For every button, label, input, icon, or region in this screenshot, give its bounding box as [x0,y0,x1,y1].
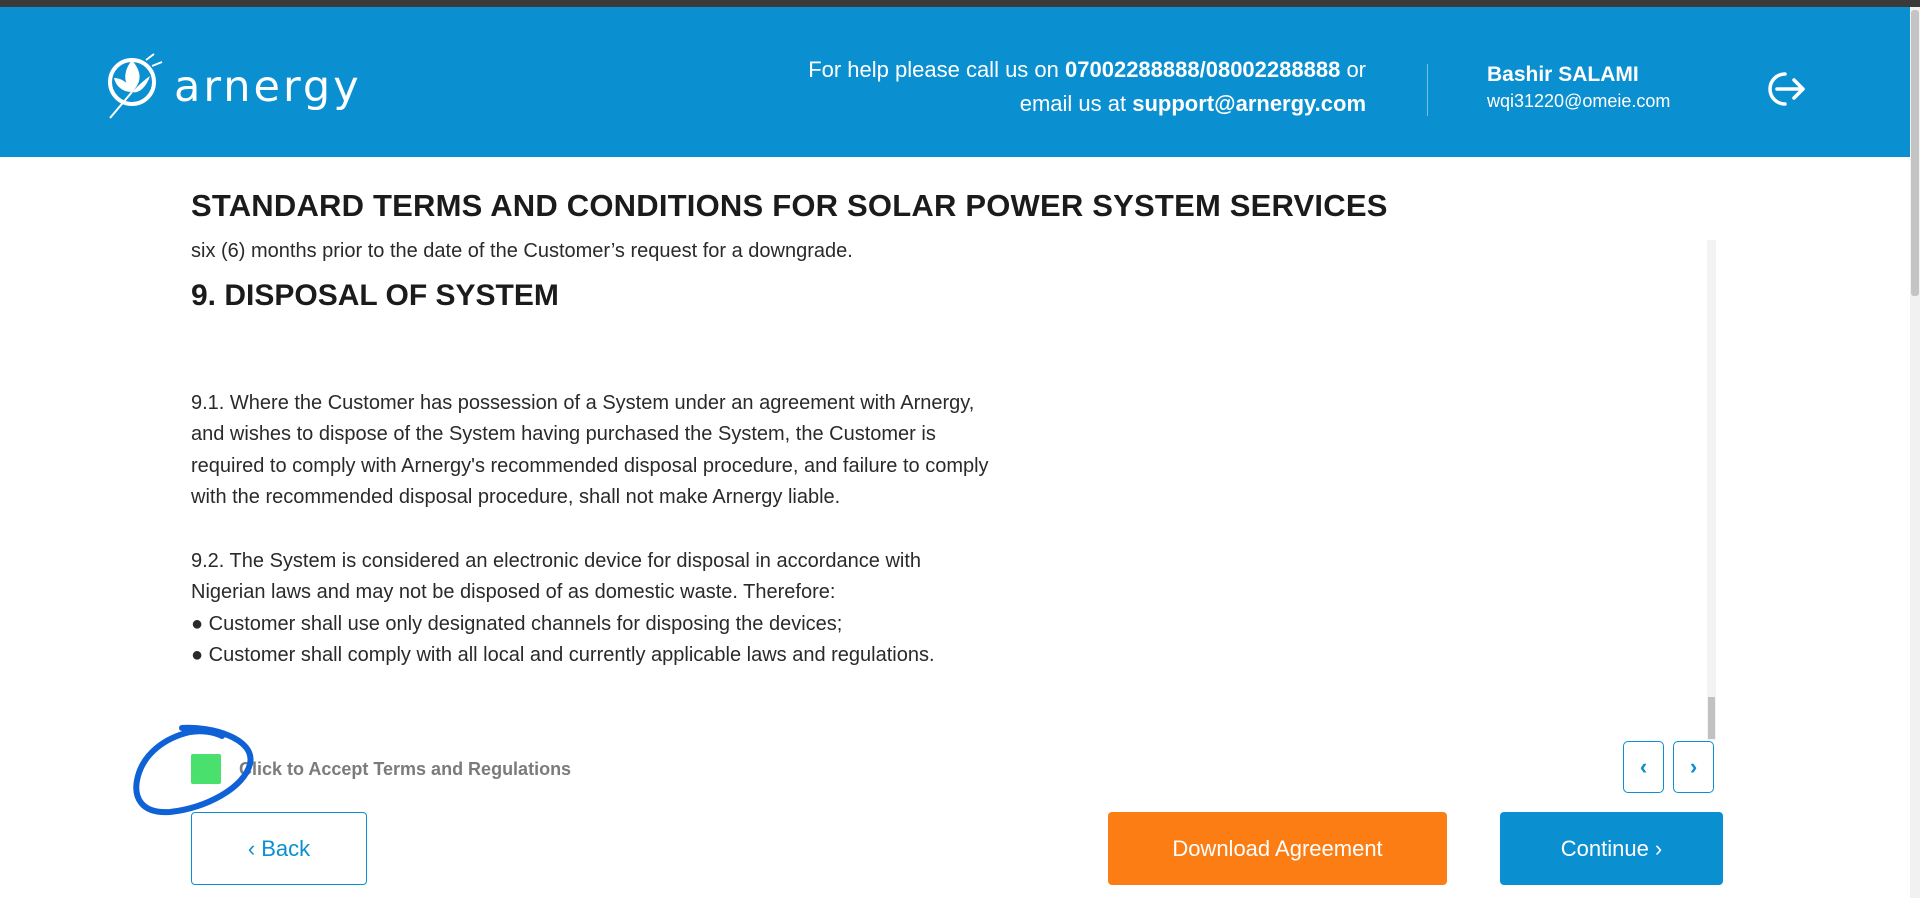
continue-button[interactable]: Continue › [1500,812,1723,885]
accept-label[interactable]: Click to Accept Terms and Regulations [239,759,571,780]
back-button[interactable]: ‹ Back [191,812,367,885]
user-info: Bashir SALAMI wqi31220@omeie.com [1487,61,1670,113]
clause-9-2: 9.2. The System is considered an electro… [191,549,922,604]
document-scrollbar[interactable] [1707,240,1716,740]
user-email: wqi31220@omeie.com [1487,91,1671,111]
prev-section-tail: six (6) months prior to the date of the … [191,240,853,262]
document-scrollbar-thumb[interactable] [1708,697,1715,739]
clause-9-1: 9.1. Where the Customer has possession o… [191,391,989,509]
header-divider [1427,64,1428,116]
title-clip [180,157,1380,181]
help-contact: For help please call us on 07002288888/0… [808,53,1366,121]
help-prefix: For help please call us on [808,57,1059,82]
site-header: arnergy For help please call us on 07002… [0,7,1910,157]
arnergy-logo-icon [108,53,163,119]
page-scrollbar-thumb[interactable] [1911,10,1919,296]
brand-name: arnergy [174,62,362,112]
download-agreement-button[interactable]: Download Agreement [1108,812,1447,885]
next-page-button[interactable]: › [1673,741,1714,793]
user-name: Bashir SALAMI [1487,63,1639,86]
prev-page-button[interactable]: ‹ [1623,741,1664,793]
clause-bullet-2: ● Customer shall comply with all local a… [191,644,935,666]
help-phone[interactable]: 07002288888/08002288888 [1065,57,1340,82]
help-or: or [1346,57,1366,82]
clause-bullet-1: ● Customer shall use only designated cha… [191,612,843,635]
annotation-circle-icon [133,724,254,816]
support-email-link[interactable]: support@arnergy.com [1132,91,1366,116]
logout-icon[interactable] [1763,69,1809,109]
document-title: STANDARD TERMS AND CONDITIONS FOR SOLAR … [191,188,1388,223]
section-heading: 9. DISPOSAL OF SYSTEM [191,278,559,312]
terms-content: six (6) months prior to the date of the … [191,236,991,672]
browser-top-edge [0,0,1920,7]
email-prefix: email us at [1019,91,1127,116]
brand-logo[interactable]: arnergy [104,47,362,127]
